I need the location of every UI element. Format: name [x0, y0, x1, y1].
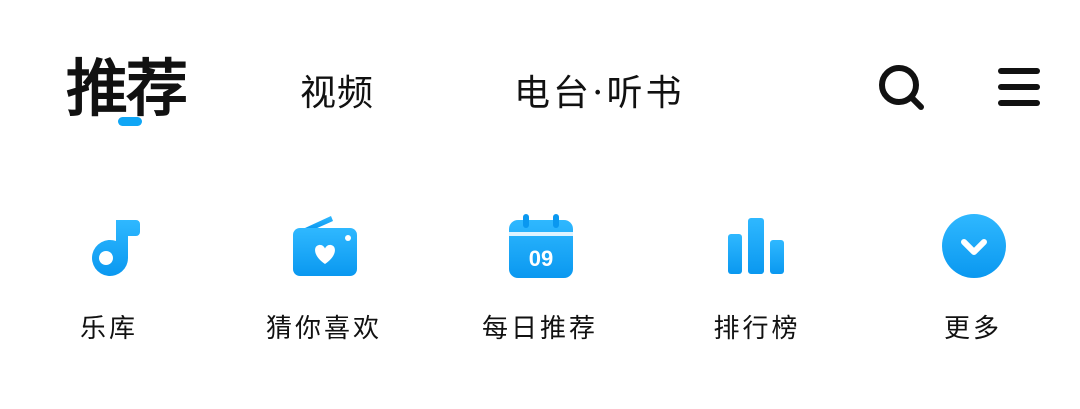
music-note-icon: [76, 212, 144, 280]
chevron-down-circle-icon: [940, 212, 1008, 280]
shortcut-label: 乐库: [79, 314, 138, 344]
shortcut-charts[interactable]: 排行榜: [682, 190, 832, 360]
shortcut-more[interactable]: 更多: [898, 190, 1048, 360]
tab-video[interactable]: 视频: [300, 0, 390, 150]
heart-radio-icon: [291, 212, 359, 280]
top-navigation: 推荐 视频 电台·听书: [0, 0, 1080, 150]
search-icon[interactable]: [876, 62, 926, 112]
shortcut-daily-recommend[interactable]: 09 每日推荐: [465, 190, 615, 360]
shortcut-label: 排行榜: [713, 314, 801, 344]
tab-recommend-label: 推荐: [66, 52, 188, 125]
shortcut-label: 每日推荐: [481, 314, 598, 344]
quick-shortcuts: 乐库 猜你喜欢 09 每日推荐 排行榜 更多: [0, 190, 1080, 370]
tab-recommend[interactable]: 推荐: [66, 0, 196, 150]
calendar-date-text: 09: [529, 246, 553, 271]
tab-video-label: 视频: [300, 73, 375, 114]
tab-radio-audiobook[interactable]: 电台·听书: [514, 0, 694, 150]
bar-chart-icon: [724, 212, 792, 280]
active-tab-indicator: [118, 117, 142, 126]
hamburger-menu-icon[interactable]: [996, 66, 1042, 108]
shortcut-label: 猜你喜欢: [265, 314, 382, 344]
shortcut-label: 更多: [943, 314, 1002, 344]
calendar-icon: 09: [507, 212, 575, 280]
tab-radio-audiobook-label: 电台·听书: [514, 73, 685, 114]
shortcut-music-library[interactable]: 乐库: [34, 190, 184, 360]
shortcut-guess-you-like[interactable]: 猜你喜欢: [249, 190, 399, 360]
